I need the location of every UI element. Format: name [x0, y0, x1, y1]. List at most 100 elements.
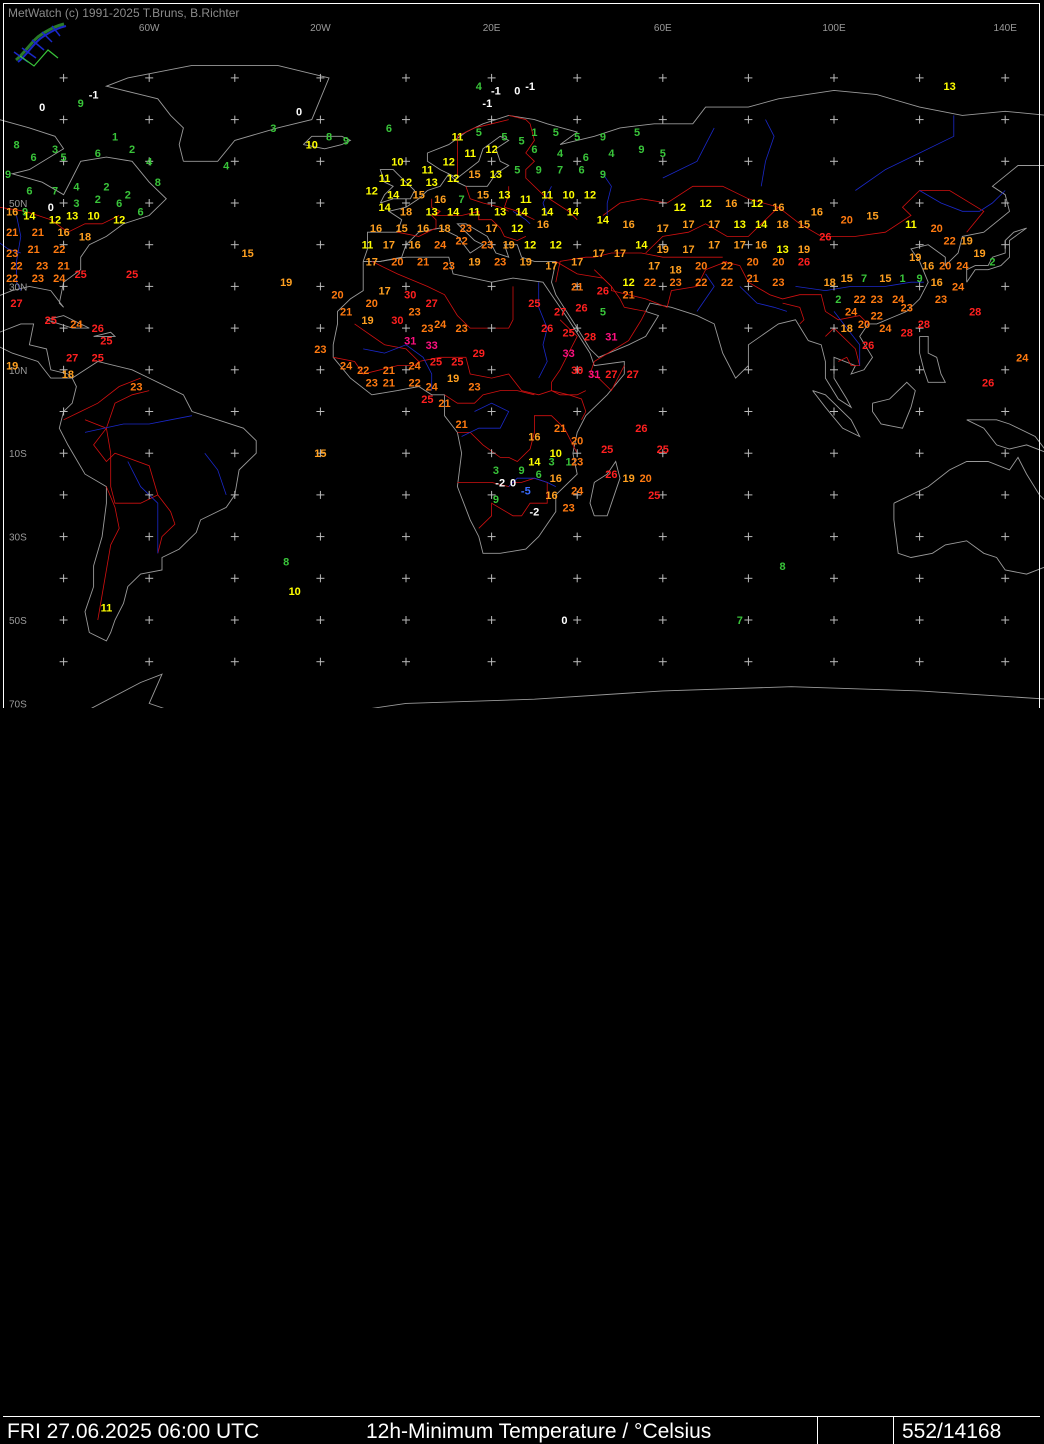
latitude-label: 30S [9, 533, 27, 544]
temperature-value: 6 [536, 469, 542, 481]
temperature-value: 24 [434, 240, 447, 252]
temperature-value: 10 [391, 156, 403, 168]
temperature-value: 8 [283, 557, 289, 569]
copyright-notice: MetWatch (c) 1991-2025 T.Bruns, B.Richte… [8, 6, 240, 20]
temperature-value: 1 [899, 273, 905, 285]
temperature-value: 16 [772, 202, 784, 214]
temperature-value: 20 [391, 256, 403, 268]
temperature-value: 19 [961, 236, 973, 248]
temperature-value: 12 [485, 144, 497, 156]
temperature-value: 4 [223, 161, 230, 173]
temperature-value: 26 [605, 469, 617, 481]
station-count: 552/14168 [902, 1420, 1002, 1443]
temperature-value: 24 [952, 281, 965, 293]
temperature-value: 16 [931, 277, 943, 289]
temperature-value: 25 [430, 357, 442, 369]
temperature-value: 12 [751, 198, 763, 210]
temperature-value: 11 [541, 190, 553, 202]
temperature-value: 23 [314, 344, 326, 356]
temperature-value: 21 [57, 261, 69, 273]
temperature-value: 12 [524, 240, 536, 252]
temperature-value: 27 [554, 306, 566, 318]
temperature-value: 9 [5, 169, 11, 181]
temperature-value: 22 [854, 294, 866, 306]
temperature-value: 14 [597, 215, 610, 227]
temperature-value: 8 [780, 561, 786, 573]
temperature-value: 17 [708, 240, 720, 252]
temperature-value: 0 [296, 106, 302, 118]
temperature-value: 22 [6, 273, 18, 285]
temperature-value: 26 [862, 340, 874, 352]
temperature-value: 16 [545, 490, 557, 502]
temperature-value: 17 [708, 219, 720, 231]
temperature-value: 6 [583, 152, 589, 164]
temperature-value: 25 [45, 315, 57, 327]
temperature-value: 17 [545, 261, 557, 273]
temperature-value: 30 [571, 365, 583, 377]
temperature-value: 10 [306, 140, 318, 152]
temperature-value: 18 [62, 369, 74, 381]
temperature-value: 20 [366, 298, 378, 310]
temperature-value: 2 [129, 144, 135, 156]
temperature-value: 20 [931, 223, 943, 235]
temperature-value: 16 [6, 206, 18, 218]
temperature-value: 6 [386, 123, 392, 135]
temperature-value: 28 [901, 327, 913, 339]
temperature-value: 24 [571, 486, 584, 498]
temperature-value: 3 [270, 123, 276, 135]
temperature-value: 0 [39, 102, 45, 114]
temperature-value: 27 [10, 298, 22, 310]
temperature-value: 23 [481, 240, 493, 252]
temperature-value: 23 [32, 273, 44, 285]
temperature-value: 23 [421, 323, 433, 335]
temperature-value: 12 [49, 215, 61, 227]
temperature-value: 15 [241, 248, 253, 260]
temperature-value: 24 [879, 323, 892, 335]
temperature-value: 31 [588, 369, 600, 381]
temperature-value: 22 [871, 311, 883, 323]
temperature-value: 14 [515, 206, 528, 218]
temperature-value: 20 [841, 215, 853, 227]
temperature-value: 19 [622, 473, 634, 485]
temperature-value: 25 [421, 394, 433, 406]
temperature-value: 7 [459, 194, 465, 206]
temperature-value: 21 [622, 290, 634, 302]
temperature-value: 10 [562, 190, 574, 202]
temperature-value: 2 [835, 294, 841, 306]
temperature-value: 17 [485, 223, 497, 235]
temperature-value: 2 [989, 256, 995, 268]
temperature-value: 26 [597, 286, 609, 298]
temperature-value: 24 [53, 273, 66, 285]
temperature-value: 6 [31, 152, 37, 164]
temperature-value: 21 [6, 227, 18, 239]
temperature-value: 5 [660, 148, 666, 160]
temperature-value: -1 [482, 98, 492, 110]
temperature-value: 26 [798, 256, 810, 268]
temperature-value: 16 [811, 206, 823, 218]
longitude-label: 20W [310, 23, 331, 34]
longitude-label: 100E [822, 23, 846, 34]
temperature-value: 17 [648, 261, 660, 273]
forecast-datetime: FRI 27.06.2025 06:00 UTC [7, 1420, 260, 1443]
temperature-value: 14 [528, 457, 541, 469]
temperature-value: 12 [622, 277, 634, 289]
longitude-label: 140E [994, 23, 1018, 34]
temperature-value: 18 [824, 277, 836, 289]
temperature-value: 0 [510, 477, 516, 489]
temperature-value: 13 [426, 177, 438, 189]
temperature-value: 5 [553, 127, 559, 139]
temperature-value: 8 [326, 131, 332, 143]
temperature-value: 25 [92, 352, 104, 364]
temperature-value: 26 [982, 377, 994, 389]
temperature-value: 23 [562, 502, 574, 514]
temperature-value: 12 [447, 173, 459, 185]
temperature-value: 9 [536, 165, 542, 177]
temperature-value: 26 [541, 323, 553, 335]
temperature-value: 20 [571, 436, 583, 448]
temperature-value: 20 [640, 473, 652, 485]
temperature-value: -1 [89, 90, 99, 102]
temperature-value: 6 [95, 148, 101, 160]
temperature-value: 11 [362, 240, 374, 252]
temperature-value: 25 [648, 490, 660, 502]
temperature-value: 5 [514, 165, 520, 177]
